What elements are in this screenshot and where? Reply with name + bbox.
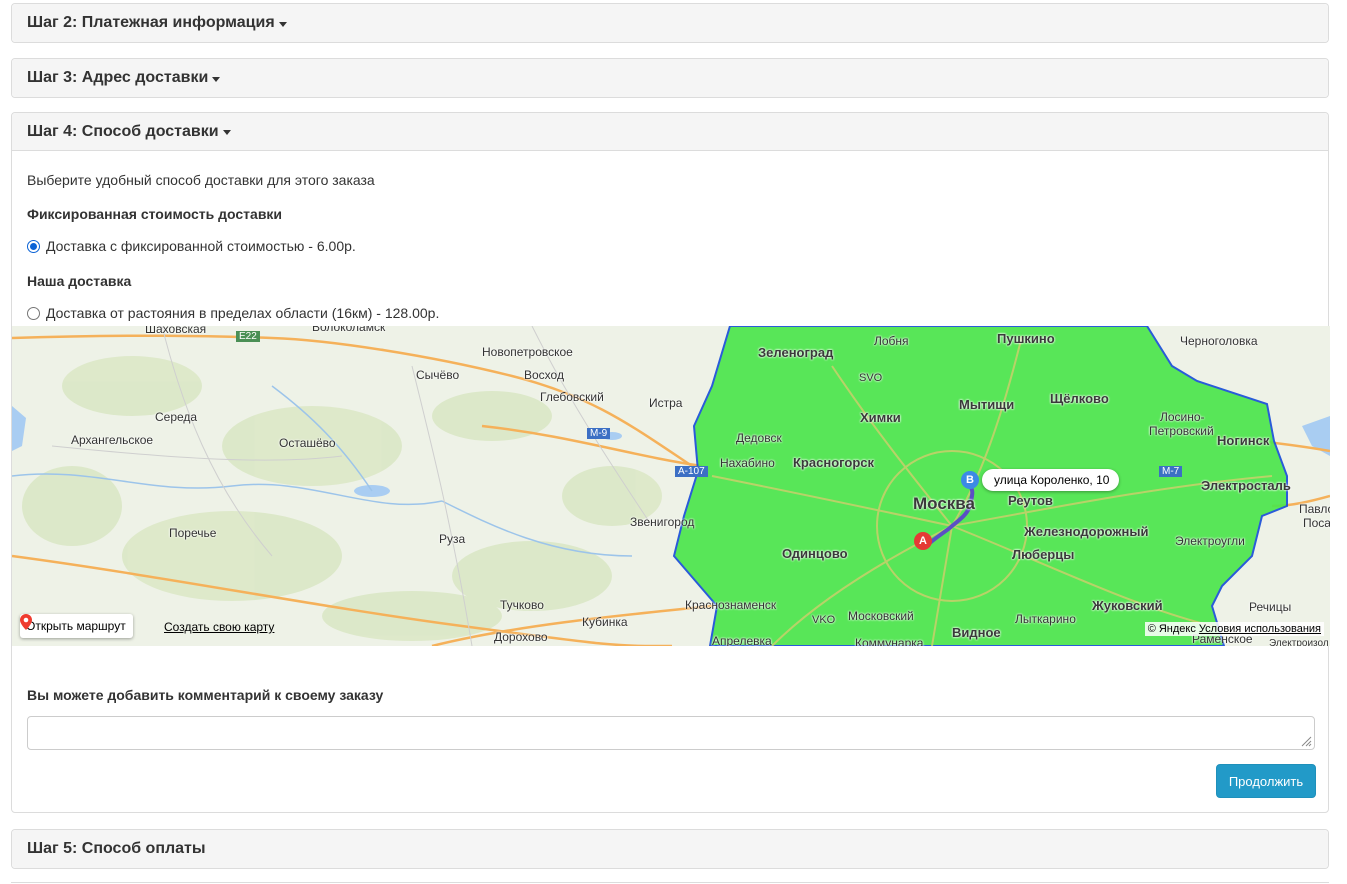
- place-label: Шаховская: [145, 326, 207, 336]
- place-label: Видное: [952, 625, 1001, 640]
- road-shield: E22: [236, 331, 260, 342]
- place-label: Речицы: [1249, 600, 1292, 614]
- caret-down-icon: [278, 21, 287, 27]
- place-label: Одинцово: [782, 546, 848, 561]
- fixed-shipping-label: Доставка с фиксированной стоимостью - 6.…: [46, 238, 356, 254]
- delivery-intro: Выберите удобный способ доставки для это…: [27, 172, 375, 188]
- place-label: Поречье: [169, 526, 217, 540]
- place-label: Жуковский: [1092, 598, 1163, 613]
- place-label: Электросталь: [1201, 478, 1291, 493]
- place-label: Краснознаменск: [685, 598, 777, 612]
- place-label: Химки: [860, 410, 901, 425]
- our-delivery-title: Наша доставка: [27, 273, 132, 289]
- fixed-shipping-option[interactable]: Доставка с фиксированной стоимостью - 6.…: [27, 238, 356, 254]
- place-label: Электроизол: [1269, 638, 1329, 646]
- place-label: Щёлково: [1050, 391, 1109, 406]
- road-shield: М-9: [587, 428, 611, 439]
- divider: [11, 882, 1329, 883]
- place-label: Восход: [524, 368, 564, 382]
- place-label: Красногорск: [793, 455, 874, 470]
- step3-title: Шаг 3: Адрес доставки: [27, 69, 209, 86]
- step2-panel: Шаг 2: Платежная информация: [11, 3, 1329, 43]
- destination-label: улица Короленко, 10: [994, 473, 1110, 487]
- place-label: Черноголовка: [1180, 334, 1258, 348]
- route-start-marker-icon[interactable]: A: [914, 532, 932, 550]
- place-label: Истра: [649, 396, 683, 410]
- step5-title: Шаг 5: Способ оплаты: [27, 840, 206, 857]
- place-label: Руза: [439, 532, 466, 546]
- delivery-map[interactable]: Зеленоград Лобня Пушкино Черноголовка Ша…: [12, 326, 1330, 646]
- place-label: Мытищи: [959, 397, 1015, 412]
- caret-down-icon: [222, 130, 231, 135]
- place-label: Глебовский: [540, 390, 604, 404]
- place-label: Волоколамск: [312, 326, 386, 334]
- place-label: Звенигород: [630, 515, 695, 529]
- place-label: Осташёво: [279, 436, 336, 450]
- place-label: Москва: [913, 494, 975, 513]
- place-label: Коммунарка: [855, 636, 924, 646]
- step3-heading[interactable]: Шаг 3: Адрес доставки: [12, 59, 1328, 97]
- place-label: Посад: [1303, 516, 1330, 530]
- place-label: Новопетровское: [482, 345, 573, 359]
- map-pin-icon: [20, 614, 32, 630]
- map-copyright: © Яндекс Условия использования: [1144, 622, 1324, 636]
- comment-label: Вы можете добавить комментарий к своему …: [27, 687, 384, 703]
- step5-panel: Шаг 5: Способ оплаты: [11, 829, 1329, 869]
- distance-shipping-label: Доставка от растояния в пределах области…: [46, 305, 440, 321]
- distance-shipping-option[interactable]: Доставка от растояния в пределах области…: [27, 305, 439, 321]
- place-label: Сычёво: [416, 368, 460, 382]
- road-shield: А-107: [675, 466, 708, 477]
- place-label: Апрелевка: [712, 634, 772, 646]
- place-label: Пушкино: [997, 331, 1055, 346]
- place-label: Лобня: [874, 334, 909, 348]
- step4-title: Шаг 4: Способ доставки: [27, 122, 219, 140]
- place-label: Дорохово: [494, 630, 548, 644]
- place-label: Реутов: [1008, 493, 1053, 508]
- place-label: Зеленоград: [758, 345, 834, 360]
- caret-down-icon: [212, 76, 221, 82]
- place-label: Люберцы: [1012, 547, 1075, 562]
- place-label: Архангельское: [71, 433, 154, 447]
- place-label: SVO: [859, 372, 883, 384]
- step2-title: Шаг 2: Платежная информация: [27, 14, 275, 31]
- place-label: VKO: [812, 614, 836, 626]
- open-route-button[interactable]: Открыть маршрут: [20, 614, 133, 638]
- resize-handle-icon[interactable]: [1300, 735, 1312, 747]
- place-label: Лыткарино: [1015, 612, 1076, 626]
- place-label: Лосино-: [1160, 410, 1205, 424]
- copyright-text: © Яндекс: [1147, 623, 1196, 635]
- place-label: Нахабино: [720, 456, 775, 470]
- fixed-shipping-title: Фиксированная стоимость доставки: [27, 206, 283, 222]
- comment-textarea[interactable]: [27, 716, 1315, 750]
- fixed-shipping-radio[interactable]: [27, 239, 40, 253]
- place-label: Середа: [155, 410, 198, 424]
- continue-button[interactable]: Продолжить: [1216, 764, 1316, 798]
- place-label: Электроугли: [1175, 534, 1245, 548]
- place-label: Петровский: [1149, 424, 1214, 438]
- place-label: Железнодорожный: [1024, 524, 1149, 539]
- place-label: Московский: [848, 609, 914, 623]
- place-label: Ногинск: [1217, 433, 1270, 448]
- road-shield: М-7: [1159, 466, 1183, 477]
- place-label: Павлово: [1299, 502, 1330, 516]
- destination-balloon[interactable]: улица Короленко, 10: [982, 469, 1120, 491]
- step3-panel: Шаг 3: Адрес доставки: [11, 58, 1329, 98]
- step4-panel: Шаг 4: Способ доставки Выберите удобный …: [11, 112, 1330, 813]
- place-label: Кубинка: [582, 615, 628, 629]
- open-route-label: Открыть маршрут: [26, 619, 126, 633]
- distance-shipping-radio[interactable]: [27, 306, 40, 320]
- route-end-marker-icon[interactable]: B: [961, 471, 979, 489]
- place-label: Дедовск: [736, 431, 782, 445]
- create-map-link[interactable]: Создать свою карту: [164, 620, 274, 634]
- step5-heading[interactable]: Шаг 5: Способ оплаты: [12, 830, 1328, 868]
- step4-heading[interactable]: Шаг 4: Способ доставки: [12, 113, 1328, 151]
- step2-heading[interactable]: Шаг 2: Платежная информация: [12, 4, 1328, 42]
- place-label: Тучково: [500, 598, 544, 612]
- terms-link[interactable]: Условия использования: [1199, 623, 1321, 635]
